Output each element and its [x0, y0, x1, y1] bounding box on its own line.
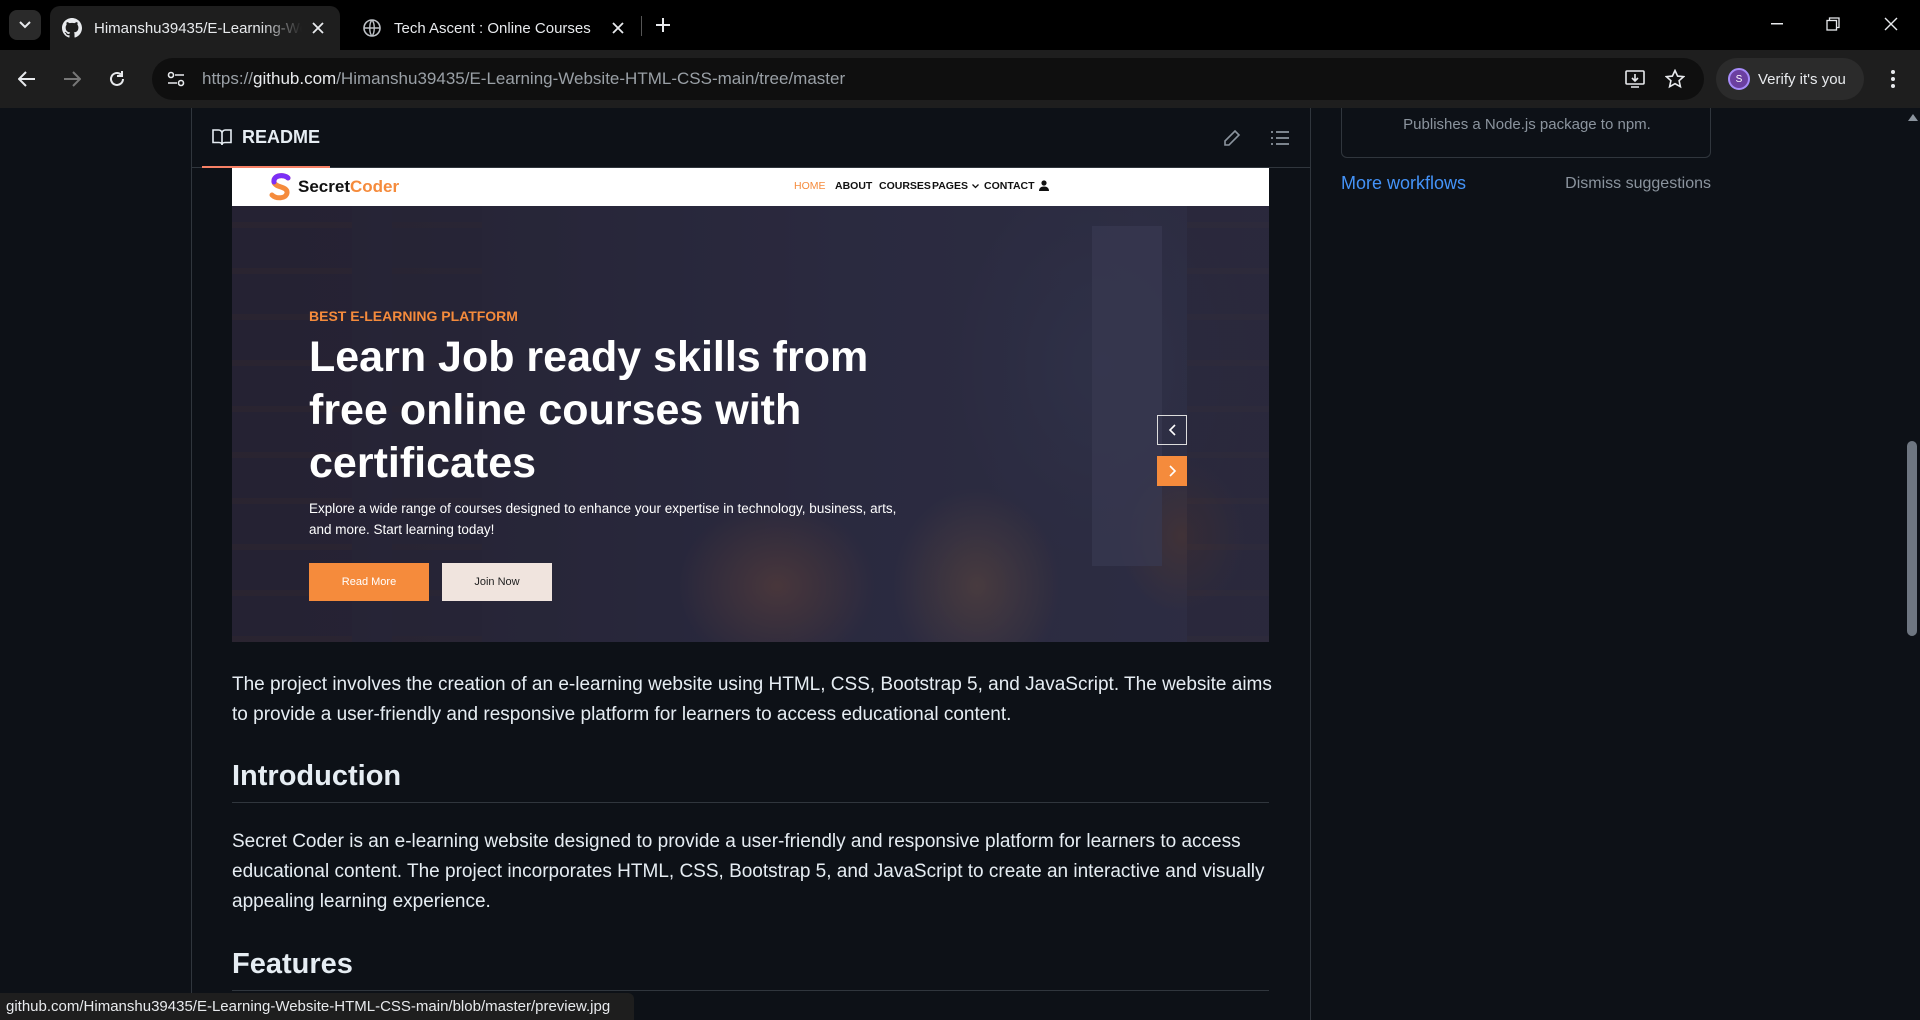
- chevron-left-icon: [1168, 424, 1176, 436]
- site-info-button[interactable]: [158, 63, 194, 95]
- pencil-icon: [1224, 129, 1241, 146]
- tab-separator: [641, 16, 642, 36]
- tab-title: Tech Ascent : Online Courses: [394, 19, 591, 37]
- browser-menu-button[interactable]: [1876, 62, 1910, 96]
- readme-intro-paragraph: The project involves the creation of an …: [232, 674, 1272, 725]
- workflow-description: Publishes a Node.js package to npm.: [1403, 116, 1651, 133]
- workflow-suggestions: Publishes a Node.js package to npm. More…: [1341, 108, 1711, 268]
- logo-main: Secret: [298, 177, 350, 196]
- tab-github[interactable]: Himanshu39435/E-Learning-Website-HTML-CS…: [50, 6, 340, 50]
- secret-coder-logo-icon: [269, 173, 291, 201]
- minimize-button[interactable]: [1754, 8, 1800, 40]
- install-app-button[interactable]: [1622, 66, 1648, 92]
- preview-eyebrow: BEST E-LEARNING PLATFORM: [309, 308, 518, 324]
- tab-search-button[interactable]: [9, 10, 41, 40]
- scroll-up-arrow-icon[interactable]: [1908, 114, 1918, 121]
- profile-label: Verify it's you: [1758, 70, 1846, 88]
- readme-preview-image[interactable]: Secret Coder HOME ABOUT COURSES PAGES CON…: [232, 168, 1269, 642]
- preview-subtext: Explore a wide range of courses designed…: [309, 501, 897, 537]
- more-workflows-link[interactable]: More workflows: [1341, 173, 1466, 194]
- star-icon: [1665, 69, 1685, 89]
- heading-features: Features: [232, 948, 1269, 991]
- close-tab-icon[interactable]: [608, 18, 628, 38]
- chevron-right-icon: [1168, 465, 1176, 477]
- preview-headline: Learn Job ready skills from free online …: [309, 333, 869, 487]
- preview-read-more-button: Read More: [309, 563, 429, 601]
- readme-panel: README Secret Coder HOME ABOUT COURSES PA…: [191, 108, 1311, 1020]
- avatar: S: [1728, 68, 1750, 90]
- preview-menu-about: ABOUT: [835, 180, 873, 192]
- url-text: https://github.com/Himanshu39435/E-Learn…: [202, 69, 845, 89]
- edit-readme-button[interactable]: [1218, 124, 1246, 152]
- preview-logo: Secret Coder: [268, 173, 399, 201]
- forward-button[interactable]: [55, 62, 89, 96]
- status-bar: github.com/Himanshu39435/E-Learning-Webs…: [0, 993, 635, 1020]
- tab-tech-ascent[interactable]: Tech Ascent : Online Courses: [350, 6, 640, 50]
- page-scrollbar[interactable]: [1904, 108, 1920, 1020]
- globe-icon: [363, 19, 381, 37]
- page-content: README Secret Coder HOME ABOUT COURSES PA…: [0, 108, 1904, 1020]
- arrow-left-icon: [18, 71, 35, 87]
- tune-icon: [167, 71, 185, 87]
- back-button[interactable]: [10, 62, 44, 96]
- close-icon: [1884, 17, 1898, 31]
- readme-tab[interactable]: README: [202, 108, 331, 168]
- workflow-card: Publishes a Node.js package to npm.: [1341, 108, 1711, 158]
- dismiss-suggestions-link[interactable]: Dismiss suggestions: [1565, 175, 1711, 193]
- logo-accent: Coder: [349, 177, 400, 196]
- arrow-right-icon: [64, 71, 81, 87]
- readme-tab-label: README: [242, 126, 321, 147]
- tab-title: Himanshu39435/E-Learning-Website-HTML-CS…: [94, 19, 302, 37]
- close-tab-icon[interactable]: [308, 18, 328, 38]
- url-path: /Himanshu39435/E-Learning-Website-HTML-C…: [336, 69, 846, 88]
- preview-navbar: Secret Coder HOME ABOUT COURSES PAGES CON…: [232, 168, 1269, 206]
- outline-button[interactable]: [1266, 124, 1294, 152]
- minimize-icon: [1771, 23, 1783, 25]
- reload-icon: [110, 71, 124, 86]
- preview-menu-home: HOME: [794, 180, 826, 192]
- github-icon: [62, 18, 82, 38]
- install-icon: [1625, 70, 1645, 88]
- tab-strip: Himanshu39435/E-Learning-Website-HTML-CS…: [0, 0, 1920, 50]
- preview-menu-courses: COURSES: [879, 180, 931, 192]
- chevron-down-icon: [19, 21, 31, 29]
- restore-button[interactable]: [1810, 8, 1856, 40]
- preview-next-arrow: [1157, 456, 1187, 486]
- plus-icon: [656, 18, 670, 32]
- restore-icon: [1826, 17, 1840, 31]
- browser-toolbar: https://github.com/Himanshu39435/E-Learn…: [0, 50, 1920, 108]
- heading-introduction: Introduction: [232, 760, 1269, 803]
- bookmark-button[interactable]: [1662, 66, 1688, 92]
- url-scheme: https://: [202, 69, 254, 88]
- preview-prev-arrow: [1157, 415, 1187, 445]
- preview-menu-contact: CONTACT: [984, 180, 1035, 192]
- address-bar[interactable]: https://github.com/Himanshu39435/E-Learn…: [152, 58, 1704, 100]
- preview-join-now-button: Join Now: [442, 563, 552, 601]
- book-icon: [212, 129, 232, 146]
- user-icon: [1039, 180, 1049, 191]
- reload-button[interactable]: [100, 62, 134, 96]
- url-host: github.com: [253, 69, 337, 88]
- preview-menu-pages: PAGES: [932, 180, 968, 192]
- chevron-down-icon: [972, 184, 979, 189]
- scrollbar-thumb[interactable]: [1907, 441, 1917, 636]
- list-icon: [1271, 131, 1289, 145]
- more-vertical-icon: [1891, 70, 1895, 88]
- introduction-paragraph: Secret Coder is an e-learning website de…: [232, 831, 1265, 912]
- new-tab-button[interactable]: [650, 12, 676, 38]
- close-window-button[interactable]: [1868, 8, 1914, 40]
- profile-button[interactable]: S Verify it's you: [1716, 58, 1864, 100]
- readme-header: README: [192, 108, 1310, 168]
